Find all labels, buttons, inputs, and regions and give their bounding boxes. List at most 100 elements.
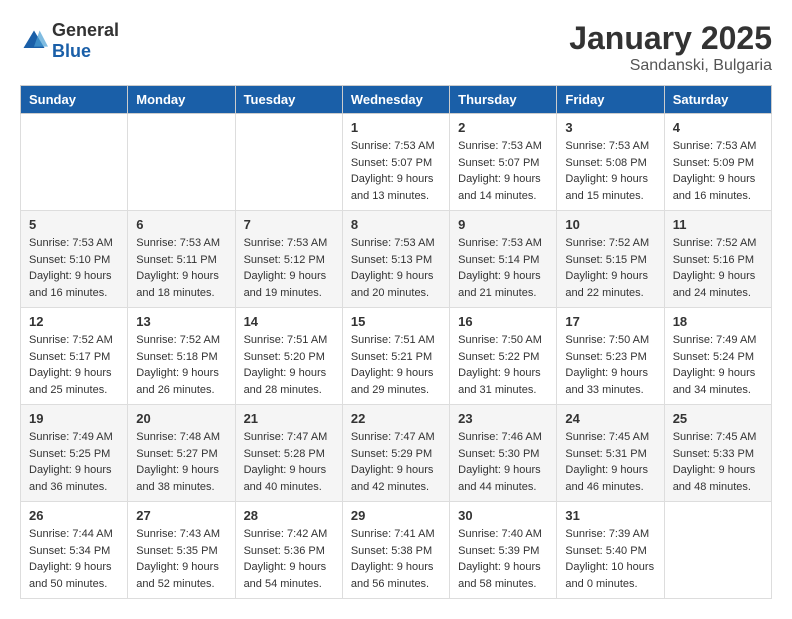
day-number: 9 (458, 217, 548, 232)
sunset-text: Sunset: 5:28 PM (244, 448, 325, 460)
page-header: General Blue January 2025 Sandanski, Bul… (20, 20, 772, 75)
day-info: Sunrise: 7:51 AM Sunset: 5:21 PM Dayligh… (351, 332, 441, 398)
calendar-cell: 13 Sunrise: 7:52 AM Sunset: 5:18 PM Dayl… (128, 308, 235, 405)
weekday-header: Sunday (21, 86, 128, 114)
day-number: 27 (136, 508, 226, 523)
day-number: 18 (673, 314, 763, 329)
sunset-text: Sunset: 5:11 PM (136, 254, 217, 266)
daylight-text: Daylight: 9 hours and 28 minutes. (244, 367, 327, 396)
day-info: Sunrise: 7:46 AM Sunset: 5:30 PM Dayligh… (458, 429, 548, 495)
sunrise-text: Sunrise: 7:40 AM (458, 528, 542, 540)
daylight-text: Daylight: 9 hours and 16 minutes. (673, 173, 756, 202)
sunset-text: Sunset: 5:35 PM (136, 545, 217, 557)
sunset-text: Sunset: 5:31 PM (565, 448, 646, 460)
daylight-text: Daylight: 9 hours and 26 minutes. (136, 367, 219, 396)
calendar-week-row: 5 Sunrise: 7:53 AM Sunset: 5:10 PM Dayli… (21, 211, 772, 308)
sunset-text: Sunset: 5:39 PM (458, 545, 539, 557)
day-number: 31 (565, 508, 655, 523)
daylight-text: Daylight: 9 hours and 38 minutes. (136, 464, 219, 493)
sunrise-text: Sunrise: 7:53 AM (458, 140, 542, 152)
sunrise-text: Sunrise: 7:53 AM (351, 140, 435, 152)
sunrise-text: Sunrise: 7:51 AM (351, 334, 435, 346)
logo-general: General (52, 20, 119, 40)
day-info: Sunrise: 7:42 AM Sunset: 5:36 PM Dayligh… (244, 526, 334, 592)
daylight-text: Daylight: 9 hours and 24 minutes. (673, 270, 756, 299)
sunset-text: Sunset: 5:30 PM (458, 448, 539, 460)
day-number: 23 (458, 411, 548, 426)
weekday-header: Saturday (664, 86, 771, 114)
day-number: 26 (29, 508, 119, 523)
day-info: Sunrise: 7:44 AM Sunset: 5:34 PM Dayligh… (29, 526, 119, 592)
calendar-cell: 8 Sunrise: 7:53 AM Sunset: 5:13 PM Dayli… (342, 211, 449, 308)
day-info: Sunrise: 7:51 AM Sunset: 5:20 PM Dayligh… (244, 332, 334, 398)
day-info: Sunrise: 7:48 AM Sunset: 5:27 PM Dayligh… (136, 429, 226, 495)
day-number: 10 (565, 217, 655, 232)
logo-blue: Blue (52, 41, 91, 61)
sunrise-text: Sunrise: 7:52 AM (565, 237, 649, 249)
day-number: 29 (351, 508, 441, 523)
sunrise-text: Sunrise: 7:49 AM (673, 334, 757, 346)
day-number: 25 (673, 411, 763, 426)
calendar-cell: 31 Sunrise: 7:39 AM Sunset: 5:40 PM Dayl… (557, 502, 664, 599)
day-info: Sunrise: 7:53 AM Sunset: 5:14 PM Dayligh… (458, 235, 548, 301)
day-number: 20 (136, 411, 226, 426)
calendar-cell: 12 Sunrise: 7:52 AM Sunset: 5:17 PM Dayl… (21, 308, 128, 405)
daylight-text: Daylight: 9 hours and 13 minutes. (351, 173, 434, 202)
calendar-cell: 18 Sunrise: 7:49 AM Sunset: 5:24 PM Dayl… (664, 308, 771, 405)
sunset-text: Sunset: 5:09 PM (673, 157, 754, 169)
daylight-text: Daylight: 9 hours and 33 minutes. (565, 367, 648, 396)
day-number: 2 (458, 120, 548, 135)
calendar-cell: 14 Sunrise: 7:51 AM Sunset: 5:20 PM Dayl… (235, 308, 342, 405)
day-number: 7 (244, 217, 334, 232)
daylight-text: Daylight: 9 hours and 18 minutes. (136, 270, 219, 299)
sunrise-text: Sunrise: 7:41 AM (351, 528, 435, 540)
daylight-text: Daylight: 10 hours and 0 minutes. (565, 561, 654, 590)
day-info: Sunrise: 7:53 AM Sunset: 5:07 PM Dayligh… (458, 138, 548, 204)
sunset-text: Sunset: 5:17 PM (29, 351, 110, 363)
sunrise-text: Sunrise: 7:45 AM (565, 431, 649, 443)
sunrise-text: Sunrise: 7:52 AM (29, 334, 113, 346)
day-number: 28 (244, 508, 334, 523)
calendar-week-row: 12 Sunrise: 7:52 AM Sunset: 5:17 PM Dayl… (21, 308, 772, 405)
sunrise-text: Sunrise: 7:53 AM (244, 237, 328, 249)
calendar-cell (235, 114, 342, 211)
day-info: Sunrise: 7:40 AM Sunset: 5:39 PM Dayligh… (458, 526, 548, 592)
sunset-text: Sunset: 5:36 PM (244, 545, 325, 557)
day-number: 1 (351, 120, 441, 135)
sunset-text: Sunset: 5:23 PM (565, 351, 646, 363)
calendar-cell (128, 114, 235, 211)
day-info: Sunrise: 7:49 AM Sunset: 5:24 PM Dayligh… (673, 332, 763, 398)
sunrise-text: Sunrise: 7:39 AM (565, 528, 649, 540)
calendar-cell: 21 Sunrise: 7:47 AM Sunset: 5:28 PM Dayl… (235, 405, 342, 502)
calendar-cell: 3 Sunrise: 7:53 AM Sunset: 5:08 PM Dayli… (557, 114, 664, 211)
sunset-text: Sunset: 5:18 PM (136, 351, 217, 363)
day-info: Sunrise: 7:52 AM Sunset: 5:15 PM Dayligh… (565, 235, 655, 301)
daylight-text: Daylight: 9 hours and 22 minutes. (565, 270, 648, 299)
day-number: 8 (351, 217, 441, 232)
sunset-text: Sunset: 5:21 PM (351, 351, 432, 363)
calendar-cell: 27 Sunrise: 7:43 AM Sunset: 5:35 PM Dayl… (128, 502, 235, 599)
calendar-cell: 9 Sunrise: 7:53 AM Sunset: 5:14 PM Dayli… (450, 211, 557, 308)
day-info: Sunrise: 7:47 AM Sunset: 5:28 PM Dayligh… (244, 429, 334, 495)
day-info: Sunrise: 7:41 AM Sunset: 5:38 PM Dayligh… (351, 526, 441, 592)
weekday-header: Thursday (450, 86, 557, 114)
day-number: 30 (458, 508, 548, 523)
daylight-text: Daylight: 9 hours and 25 minutes. (29, 367, 112, 396)
day-info: Sunrise: 7:45 AM Sunset: 5:31 PM Dayligh… (565, 429, 655, 495)
day-info: Sunrise: 7:43 AM Sunset: 5:35 PM Dayligh… (136, 526, 226, 592)
daylight-text: Daylight: 9 hours and 31 minutes. (458, 367, 541, 396)
calendar-cell: 2 Sunrise: 7:53 AM Sunset: 5:07 PM Dayli… (450, 114, 557, 211)
day-number: 19 (29, 411, 119, 426)
calendar-week-row: 26 Sunrise: 7:44 AM Sunset: 5:34 PM Dayl… (21, 502, 772, 599)
sunrise-text: Sunrise: 7:47 AM (351, 431, 435, 443)
sunrise-text: Sunrise: 7:50 AM (565, 334, 649, 346)
calendar-cell: 29 Sunrise: 7:41 AM Sunset: 5:38 PM Dayl… (342, 502, 449, 599)
sunrise-text: Sunrise: 7:48 AM (136, 431, 220, 443)
calendar-cell: 15 Sunrise: 7:51 AM Sunset: 5:21 PM Dayl… (342, 308, 449, 405)
weekday-header: Friday (557, 86, 664, 114)
calendar-table: SundayMondayTuesdayWednesdayThursdayFrid… (20, 85, 772, 599)
sunrise-text: Sunrise: 7:52 AM (673, 237, 757, 249)
calendar-cell: 5 Sunrise: 7:53 AM Sunset: 5:10 PM Dayli… (21, 211, 128, 308)
daylight-text: Daylight: 9 hours and 44 minutes. (458, 464, 541, 493)
calendar-cell: 25 Sunrise: 7:45 AM Sunset: 5:33 PM Dayl… (664, 405, 771, 502)
